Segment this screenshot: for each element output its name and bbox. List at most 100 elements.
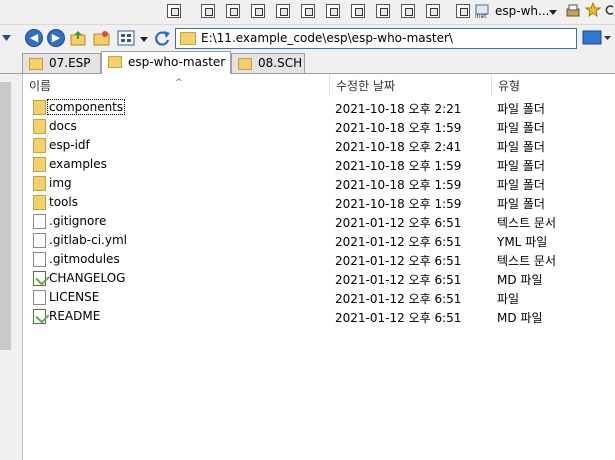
pane-icon[interactable] (426, 4, 440, 18)
folder-icon (180, 32, 196, 45)
file-row[interactable]: img 2021-10-18 오후 1:59 파일 폴더 (23, 174, 615, 193)
pane-icon[interactable] (201, 4, 215, 18)
file-type: 파일 폴더 (497, 102, 545, 116)
file-name[interactable]: img (49, 176, 72, 190)
file-name[interactable]: CHANGELOG (49, 271, 125, 285)
pane-icon[interactable] (351, 4, 365, 18)
file-date: 2021-10-18 오후 2:41 (335, 140, 462, 154)
display-icon[interactable] (582, 29, 612, 48)
file-name[interactable]: README (49, 309, 100, 323)
chevron-down-icon[interactable] (2, 32, 12, 46)
file-date: 2021-01-12 오후 6:51 (335, 273, 462, 287)
pane-icon[interactable] (226, 4, 240, 18)
refresh-icon[interactable] (153, 29, 173, 47)
file-row[interactable]: README 2021-01-12 오후 6:51 MD 파일 (23, 307, 615, 326)
address-path[interactable]: E:\11.example_code\esp\esp-who-master\ (201, 31, 453, 45)
pane-icon[interactable] (376, 4, 390, 18)
column-header-row: 이름 ^ 수정한 날짜 유형 (23, 74, 615, 96)
file-row[interactable]: tools 2021-10-18 오후 1:59 파일 폴더 (23, 193, 615, 212)
folder-icon (108, 56, 122, 68)
file-icon (33, 233, 46, 248)
star-icon[interactable] (584, 1, 602, 21)
column-header-modified[interactable]: 수정한 날짜 (330, 74, 492, 96)
file-list[interactable]: 이름 ^ 수정한 날짜 유형 components 2021-10-18 오후 … (23, 74, 615, 460)
md-file-icon (33, 309, 46, 324)
file-date: 2021-01-12 오후 6:51 (335, 311, 462, 325)
folder-icon (33, 119, 46, 134)
file-row[interactable]: docs 2021-10-18 오후 1:59 파일 폴더 (23, 117, 615, 136)
file-name[interactable]: esp-idf (49, 138, 90, 152)
folder-icon (29, 58, 43, 70)
tab-07-esp[interactable]: 07.ESP (22, 53, 101, 73)
file-type: 파일 (497, 292, 520, 306)
pane-icon[interactable] (276, 4, 290, 18)
tab-esp-who-master[interactable]: esp-who-master (101, 51, 231, 74)
address-bar[interactable]: E:\11.example_code\esp\esp-who-master\ (175, 28, 577, 49)
column-header-label: 유형 (498, 79, 521, 93)
tree-scrollbar-thumb[interactable] (0, 82, 11, 350)
file-date: 2021-01-12 오후 6:51 (335, 254, 462, 268)
column-header-type[interactable]: 유형 (492, 74, 615, 96)
window-label[interactable]: esp-wh... (495, 4, 549, 18)
chevron-down-icon[interactable] (549, 6, 558, 20)
file-row[interactable]: LICENSE 2021-01-12 오후 6:51 파일 (23, 288, 615, 307)
file-name[interactable]: .gitlab-ci.yml (49, 233, 127, 247)
file-type: 파일 폴더 (497, 121, 545, 135)
top-toolbar: inet esp-wh... (0, 0, 615, 24)
pane-icon[interactable] (401, 4, 415, 18)
pane-icon[interactable] (251, 4, 265, 18)
pane-splitter[interactable] (12, 74, 23, 460)
view-mode-icon[interactable] (117, 29, 137, 47)
file-name[interactable]: tools (49, 195, 78, 209)
column-header-name[interactable]: 이름 ^ (23, 74, 330, 96)
folder-icon (238, 58, 252, 70)
file-type: 텍스트 문서 (497, 216, 557, 230)
file-type: 텍스트 문서 (497, 254, 557, 268)
favorite-folder-icon[interactable] (92, 29, 112, 47)
file-row[interactable]: esp-idf 2021-10-18 오후 2:41 파일 폴더 (23, 136, 615, 155)
file-name[interactable]: docs (49, 119, 77, 133)
file-date: 2021-10-18 오후 1:59 (335, 121, 462, 135)
folder-icon (33, 195, 46, 210)
column-header-label: 이름 (29, 79, 52, 93)
network-icon[interactable]: inet (474, 3, 492, 20)
md-file-icon (33, 271, 46, 286)
file-name[interactable]: components (46, 99, 126, 115)
address-toolbar: ◀ ▶ E:\11.example_code\esp\esp-who-maste… (0, 24, 615, 52)
refresh-icon[interactable] (604, 2, 615, 21)
file-row[interactable]: .gitlab-ci.yml 2021-01-12 오후 6:51 YML 파일 (23, 231, 615, 250)
file-type: 파일 폴더 (497, 140, 545, 154)
file-name[interactable]: .gitignore (49, 214, 106, 228)
pane-icon[interactable] (301, 4, 315, 18)
tab-label: 07.ESP (49, 56, 91, 70)
tab-08-sch[interactable]: 08.SCH (231, 53, 305, 73)
forward-arrow-icon[interactable]: ▶ (47, 29, 65, 47)
layout-icon[interactable] (167, 4, 181, 18)
chevron-down-icon[interactable] (140, 33, 149, 47)
pane-icon[interactable] (326, 4, 340, 18)
file-icon (33, 214, 46, 229)
up-folder-icon[interactable] (69, 29, 89, 47)
back-arrow-icon[interactable]: ◀ (25, 29, 43, 47)
file-row[interactable]: .gitmodules 2021-01-12 오후 6:51 텍스트 문서 (23, 250, 615, 269)
file-type: YML 파일 (497, 235, 548, 249)
file-date: 2021-10-18 오후 1:59 (335, 159, 462, 173)
file-date: 2021-10-18 오후 2:21 (335, 102, 462, 116)
file-row[interactable]: components 2021-10-18 오후 2:21 파일 폴더 (23, 98, 615, 117)
printer-icon[interactable] (565, 3, 581, 22)
file-type: 파일 폴더 (497, 159, 545, 173)
pane-icon[interactable] (456, 4, 470, 18)
file-row[interactable]: examples 2021-10-18 오후 1:59 파일 폴더 (23, 155, 615, 174)
sort-ascending-icon: ^ (175, 78, 183, 88)
file-date: 2021-01-12 오후 6:51 (335, 216, 462, 230)
folder-icon (33, 100, 46, 115)
file-row[interactable]: .gitignore 2021-01-12 오후 6:51 텍스트 문서 (23, 212, 615, 231)
file-icon (33, 290, 46, 305)
svg-text:inet: inet (475, 13, 487, 19)
file-type: MD 파일 (497, 273, 543, 287)
file-name[interactable]: .gitmodules (49, 252, 120, 266)
file-row[interactable]: CHANGELOG 2021-01-12 오후 6:51 MD 파일 (23, 269, 615, 288)
file-name[interactable]: LICENSE (49, 290, 99, 304)
file-name[interactable]: examples (49, 157, 107, 171)
file-date: 2021-01-12 오후 6:51 (335, 292, 462, 306)
